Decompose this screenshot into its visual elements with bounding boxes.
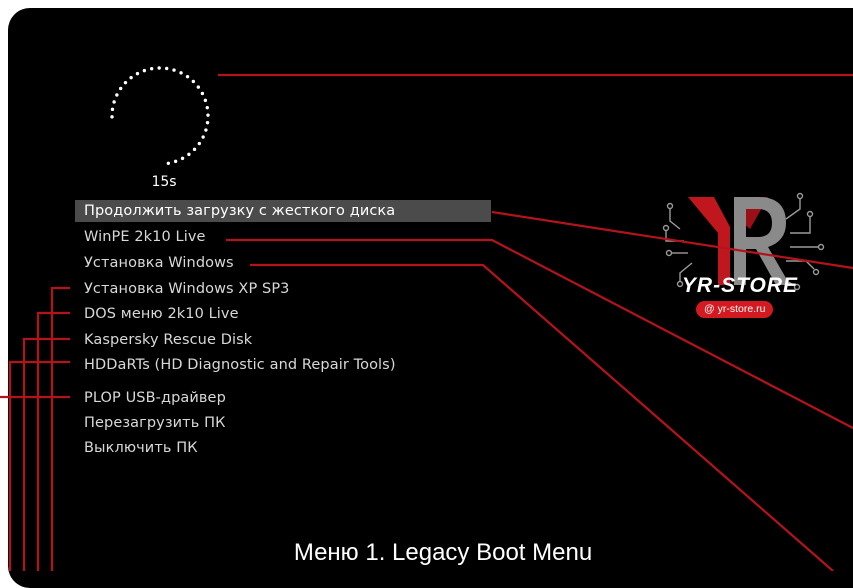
connector-lines: [0, 73, 853, 571]
